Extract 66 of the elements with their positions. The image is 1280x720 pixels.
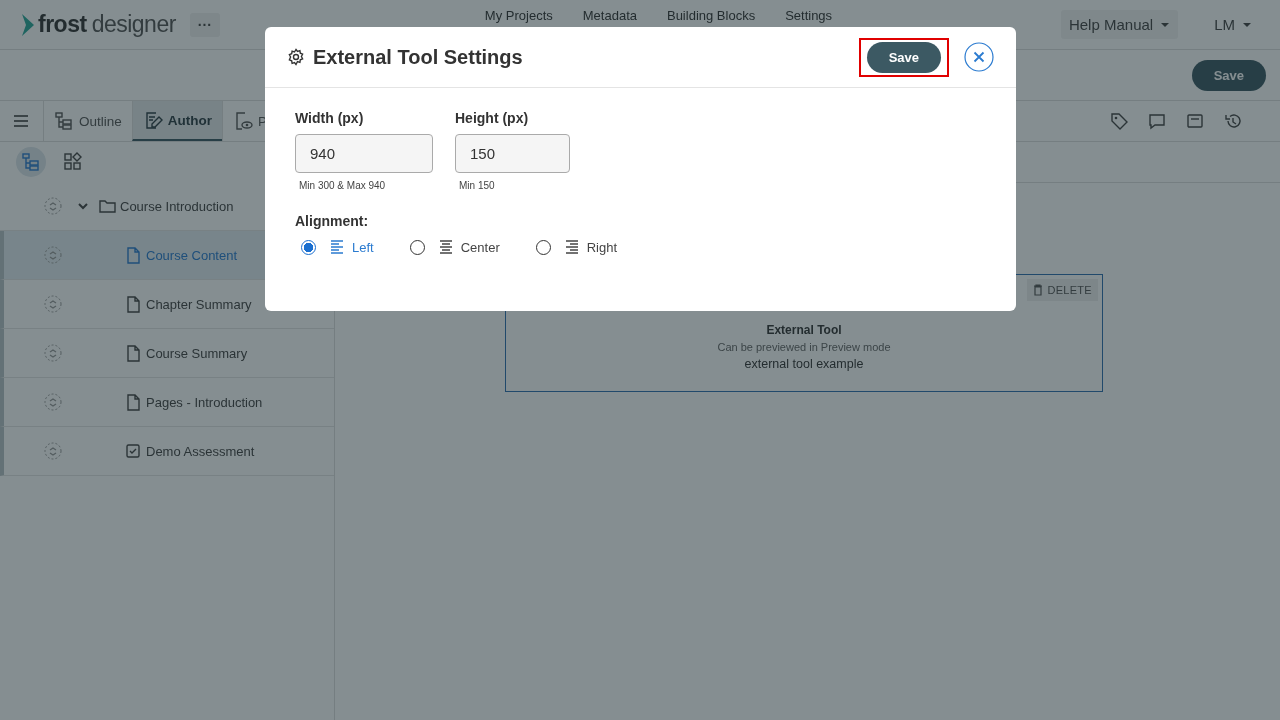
tree-item-label: Chapter Summary (146, 296, 252, 312)
radio-button[interactable] (301, 239, 316, 255)
document-icon (124, 246, 142, 264)
outline-icon (54, 111, 74, 131)
status-icon (44, 246, 62, 264)
document-icon (124, 344, 142, 362)
status-icon (44, 393, 62, 411)
settings-icon (287, 48, 305, 66)
more-button[interactable]: ··· (189, 12, 220, 37)
logo-chevron-icon (20, 12, 36, 37)
help-menu[interactable]: Help Manual (1060, 10, 1179, 39)
input-field[interactable]: 940 (295, 134, 433, 173)
nav-link[interactable]: Settings (785, 8, 833, 23)
close-icon[interactable] (964, 42, 994, 72)
preview-icon (233, 111, 254, 131)
tree-view-icon (21, 152, 41, 172)
align-right-icon (563, 238, 580, 256)
dialog-title: External Tool Settings (313, 45, 523, 69)
field-hint: Min 150 (459, 180, 496, 191)
checkbox-document-icon (124, 442, 142, 460)
block-text: external tool example (743, 357, 865, 371)
tree-item-label: Demo Assessment (146, 443, 255, 459)
tab[interactable]: Author (131, 101, 223, 141)
save-button[interactable]: Save (1191, 59, 1266, 91)
document-icon (124, 295, 142, 313)
delete-button[interactable]: DELETE (1027, 279, 1098, 301)
caret-icon (1160, 21, 1171, 28)
view-toggle[interactable] (16, 147, 46, 177)
menu-icon[interactable] (13, 114, 29, 128)
field-label: Width (px) (295, 110, 365, 126)
block-title: External Tool (765, 323, 843, 337)
caret-icon (1242, 21, 1252, 28)
save-button[interactable]: Save (866, 41, 941, 73)
field-label: Height (px) (455, 110, 530, 126)
history-icon[interactable] (1224, 112, 1242, 130)
nav-link[interactable]: My Projects (484, 8, 553, 23)
tree-item[interactable]: Course Summary (0, 329, 334, 378)
alignment-option[interactable]: Right (535, 238, 618, 256)
blocks-view-icon (63, 152, 83, 172)
logo[interactable]: frost designer (20, 11, 176, 38)
trash-icon (1033, 284, 1044, 296)
nav-link[interactable]: Metadata (582, 8, 637, 23)
block-hint: Can be previewed in Preview mode (716, 341, 892, 353)
window-icon[interactable] (1186, 112, 1204, 130)
status-icon (44, 197, 62, 215)
tree-item-label: Course Content (146, 247, 238, 263)
input-field[interactable]: 150 (455, 134, 570, 173)
tree-item[interactable]: Demo Assessment (0, 427, 334, 476)
status-icon (44, 295, 62, 313)
chevron-icon (77, 200, 89, 212)
tree-item-label: Course Summary (146, 345, 248, 361)
align-center-icon (437, 238, 454, 256)
tab[interactable]: Outline (43, 101, 132, 141)
status-icon (44, 344, 62, 362)
document-icon (124, 393, 142, 411)
tag-icon[interactable] (1110, 112, 1128, 130)
user-menu[interactable]: LM (1206, 10, 1260, 39)
tree-item-label: Pages - Introduction (146, 394, 263, 410)
align-left-icon (329, 238, 345, 256)
tree-item[interactable]: Pages - Introduction (0, 378, 334, 427)
status-icon (44, 442, 62, 460)
comment-icon[interactable] (1148, 112, 1166, 130)
nav-link[interactable]: Building Blocks (666, 8, 756, 23)
folder-icon (98, 197, 116, 215)
alignment-option[interactable]: Center (409, 238, 500, 256)
tree-item-label: Course Introduction (120, 198, 234, 214)
